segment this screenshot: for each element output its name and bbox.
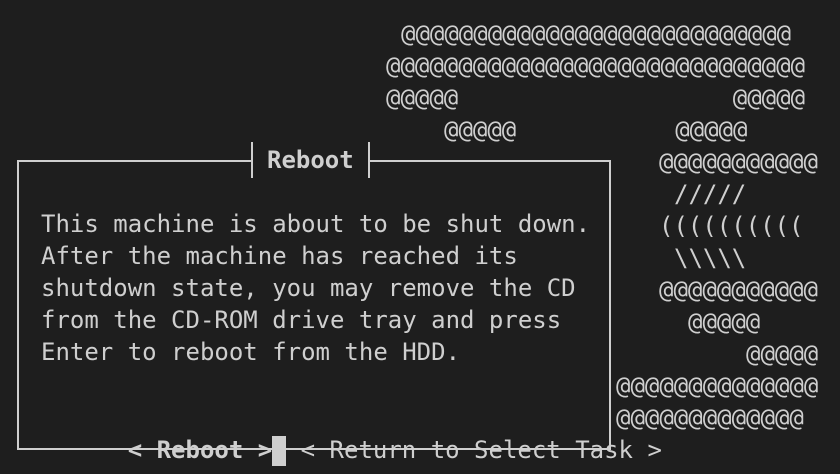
art-line: @@@@@@@@@@@ bbox=[659, 148, 818, 176]
art-line: @@@@@ @@@@@ bbox=[386, 84, 806, 112]
art-line: @@@@@@@@@@@@@@@@@@@@@@@@@@@@@ bbox=[386, 52, 806, 80]
art-line: @@@@@ bbox=[746, 340, 819, 368]
art-line: @@@@@@@@@@@ bbox=[659, 276, 818, 304]
message-line: shutdown state, you may remove the CD bbox=[41, 274, 576, 302]
art-line: \\\\\ bbox=[674, 244, 747, 272]
text-cursor bbox=[272, 436, 287, 466]
dialog-title: Reboot bbox=[251, 142, 370, 178]
art-line: (((((((((( bbox=[659, 212, 804, 240]
return-to-select-task-button[interactable]: < Return to Select Task > bbox=[301, 434, 662, 466]
message-line: Enter to reboot from the HDD. bbox=[41, 338, 461, 366]
message-line: After the machine has reached its bbox=[41, 242, 518, 270]
art-line: @@@@@@@@@@@@@@@@@@@@@@@@@@@ bbox=[401, 20, 792, 48]
art-line: @@@@@ bbox=[688, 308, 761, 336]
art-line: @@@@@@@@@@@@@@ bbox=[616, 372, 819, 400]
dialog-buttons: < Reboot > < Return to Select Task > bbox=[41, 402, 662, 466]
terminal-screen: @@@@@@@@@@@@@@@@@@@@@@@@@@@ @@@@@@@@@@@@… bbox=[0, 0, 840, 474]
reboot-dialog: Reboot This machine is about to be shut … bbox=[17, 142, 662, 466]
reboot-button[interactable]: < Reboot > bbox=[128, 434, 273, 466]
art-line: ///// bbox=[674, 180, 747, 208]
message-line: This machine is about to be shut down. bbox=[41, 210, 591, 238]
message-line: from the CD-ROM drive tray and press bbox=[41, 306, 562, 334]
dialog-message: This machine is about to be shut down. A… bbox=[41, 208, 607, 368]
art-line: @@@@@ @@@@@ bbox=[444, 116, 748, 144]
